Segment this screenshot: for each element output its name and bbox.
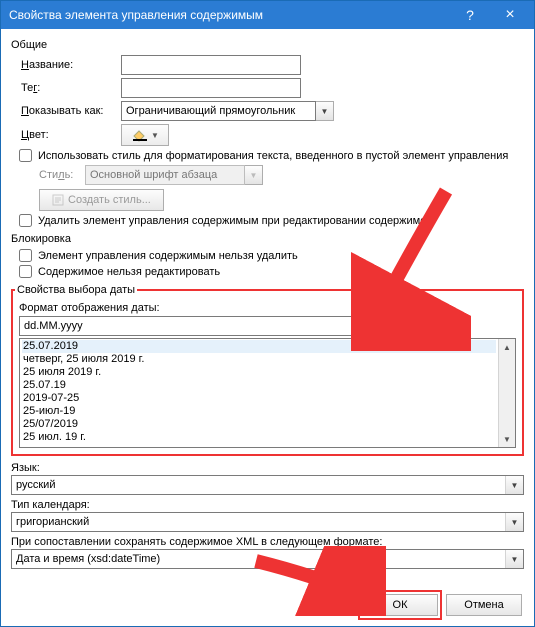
date-format-listbox[interactable]: 25.07.2019 четверг, 25 июля 2019 г. 25 и… — [19, 338, 516, 448]
list-item[interactable]: 25/07/2019 — [22, 418, 496, 431]
dialog-body: Общие Название: Тег: Показывать как: Огр… — [1, 29, 534, 577]
scrollbar[interactable]: ▲ ▼ — [498, 339, 515, 447]
remove-on-edit-checkbox[interactable] — [19, 214, 32, 227]
locking-section-label: Блокировка — [11, 233, 524, 245]
dialog-footer: ОК Отмена — [362, 594, 522, 616]
use-style-label: Использовать стиль для форматирования те… — [38, 150, 508, 162]
no-delete-checkbox[interactable] — [19, 249, 32, 262]
chevron-down-icon: ▼ — [151, 131, 159, 140]
scroll-down-icon[interactable]: ▼ — [499, 431, 515, 447]
tag-label: Тег: — [11, 82, 121, 94]
showas-select[interactable]: Ограничивающий прямоугольник ▼ — [121, 101, 334, 121]
language-value: русский — [12, 476, 505, 494]
list-item[interactable]: 2019-07-25 — [22, 392, 496, 405]
calendar-label: Тип календаря: — [11, 499, 524, 511]
use-style-checkbox[interactable] — [19, 149, 32, 162]
style-icon — [52, 194, 64, 206]
scroll-up-icon[interactable]: ▲ — [499, 339, 515, 355]
color-label: Цвет: — [11, 129, 121, 141]
name-input[interactable] — [121, 55, 301, 75]
xml-mapping-value: Дата и время (xsd:dateTime) — [12, 550, 505, 568]
style-value: Основной шрифт абзаца — [85, 165, 245, 185]
style-label: Стиль: — [39, 169, 85, 181]
list-item[interactable]: 25.07.19 — [22, 379, 496, 392]
xml-mapping-label: При сопоставлении сохранять содержимое X… — [11, 536, 524, 548]
xml-mapping-select[interactable]: Дата и время (xsd:dateTime) ▼ — [11, 549, 524, 569]
chevron-down-icon[interactable]: ▼ — [505, 476, 523, 494]
help-button[interactable]: ? — [450, 1, 490, 29]
list-item[interactable]: 25.07.2019 — [22, 340, 496, 353]
paint-bucket-icon — [131, 128, 149, 142]
date-format-input[interactable] — [19, 316, 439, 336]
list-item[interactable]: 25-июл-19 — [22, 405, 496, 418]
style-select: Основной шрифт абзаца ▼ — [85, 165, 263, 185]
list-item[interactable]: четверг, 25 июля 2019 г. — [22, 353, 496, 366]
list-item[interactable]: 25 июля 2019 г. — [22, 366, 496, 379]
general-section-label: Общие — [11, 39, 524, 51]
no-edit-label: Содержимое нельзя редактировать — [38, 266, 220, 278]
date-format-label: Формат отображения даты: — [19, 302, 516, 314]
ok-button[interactable]: ОК — [362, 594, 438, 616]
tag-input[interactable] — [121, 78, 301, 98]
list-item[interactable]: 25 июл. 19 г. — [22, 431, 496, 444]
calendar-select[interactable]: григорианский ▼ — [11, 512, 524, 532]
date-section-label: Свойства выбора даты — [15, 284, 137, 296]
date-format-list[interactable]: 25.07.2019 четверг, 25 июля 2019 г. 25 и… — [20, 339, 498, 447]
new-style-button: Создать стиль... — [39, 189, 164, 211]
chevron-down-icon: ▼ — [245, 165, 263, 185]
no-delete-label: Элемент управления содержимым нельзя уда… — [38, 250, 298, 262]
calendar-value: григорианский — [12, 513, 505, 531]
titlebar: Свойства элемента управления содержимым … — [1, 1, 534, 29]
chevron-down-icon[interactable]: ▼ — [505, 513, 523, 531]
window-title: Свойства элемента управления содержимым — [9, 8, 450, 22]
language-select[interactable]: русский ▼ — [11, 475, 524, 495]
color-button[interactable]: ▼ — [121, 124, 169, 146]
language-label: Язык: — [11, 462, 524, 474]
cancel-button[interactable]: Отмена — [446, 594, 522, 616]
no-edit-checkbox[interactable] — [19, 265, 32, 278]
dialog-window: Свойства элемента управления содержимым … — [0, 0, 535, 627]
name-label: Название: — [11, 59, 121, 71]
date-properties-group: Свойства выбора даты Формат отображения … — [11, 284, 524, 456]
close-button[interactable]: × — [490, 1, 530, 29]
showas-value: Ограничивающий прямоугольник — [121, 101, 316, 121]
chevron-down-icon[interactable]: ▼ — [505, 550, 523, 568]
showas-label: Показывать как: — [11, 105, 121, 117]
chevron-down-icon[interactable]: ▼ — [316, 101, 334, 121]
remove-on-edit-label: Удалить элемент управления содержимым пр… — [38, 215, 436, 227]
